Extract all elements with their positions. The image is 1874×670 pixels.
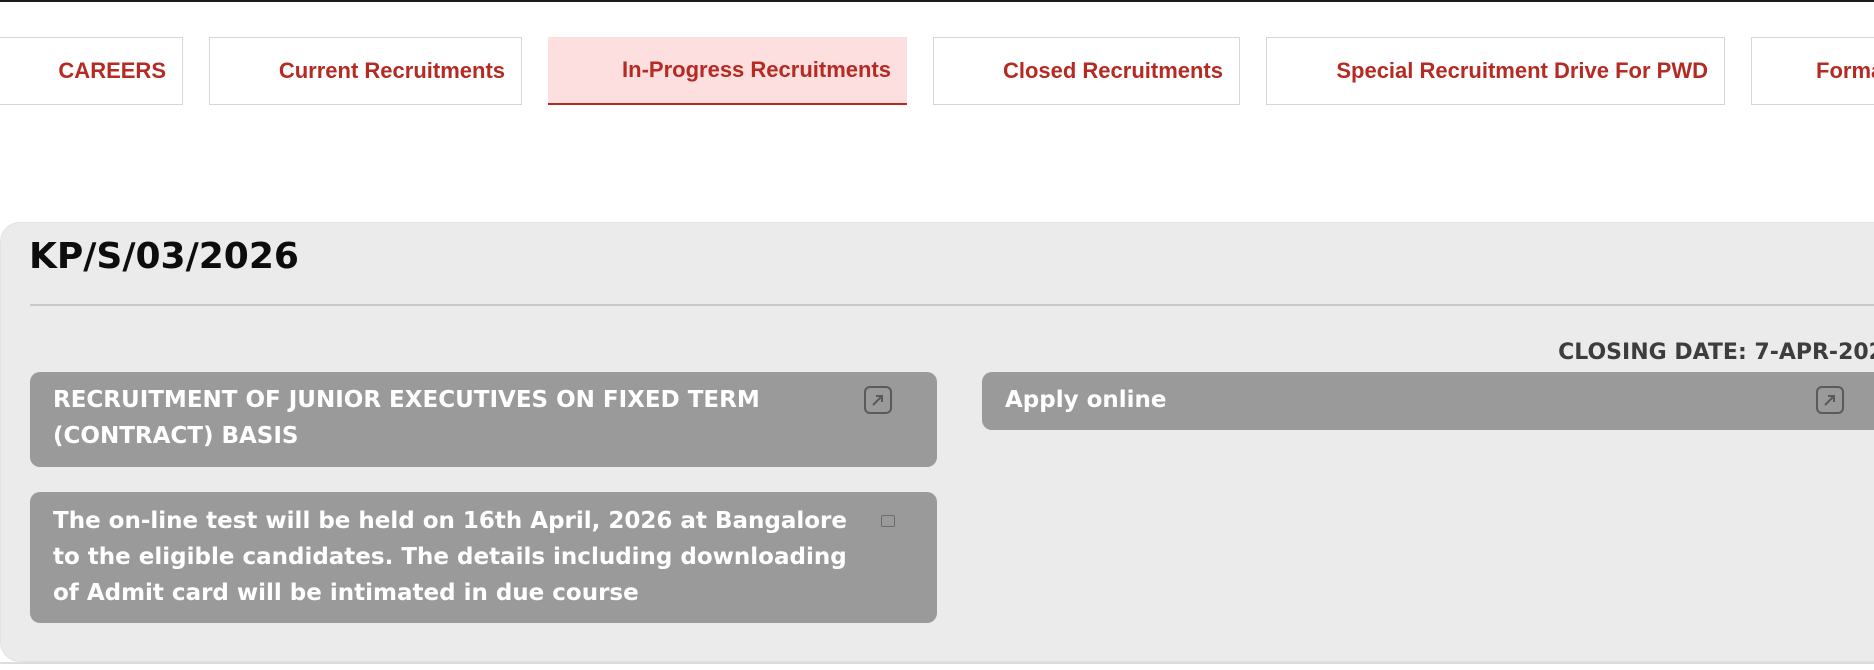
recruitment-tabs: CAREERS Current Recruitments In-Progress… [0,37,1874,107]
top-border [0,0,1874,2]
tab-closed-recruitments[interactable]: Closed Recruitments [933,37,1240,105]
document-icon [881,515,895,527]
recruitment-code: KP/S/03/2026 [29,236,299,277]
recruitment-notice[interactable]: The on-line test will be held on 16th Ap… [30,492,937,623]
recruitment-notice-text: The on-line test will be held on 16th Ap… [53,508,847,606]
tab-careers[interactable]: CAREERS [0,37,183,105]
divider [30,304,1874,306]
tab-forma[interactable]: Forma [1751,37,1874,105]
bottom-border [0,662,1874,664]
closing-date: CLOSING DATE: 7-APR-202 [1558,340,1874,365]
tab-in-progress-recruitments[interactable]: In-Progress Recruitments [548,37,907,105]
external-link-icon [1816,386,1844,414]
tab-special-recruitment-pwd[interactable]: Special Recruitment Drive For PWD [1266,37,1725,105]
apply-online-link[interactable]: Apply online [982,372,1874,430]
tab-current-recruitments[interactable]: Current Recruitments [209,37,522,105]
recruitment-title-link[interactable]: RECRUITMENT OF JUNIOR EXECUTIVES ON FIXE… [30,372,937,467]
apply-online-text: Apply online [1005,387,1167,413]
recruitment-title-text: RECRUITMENT OF JUNIOR EXECUTIVES ON FIXE… [53,387,760,449]
external-link-icon [864,386,892,414]
